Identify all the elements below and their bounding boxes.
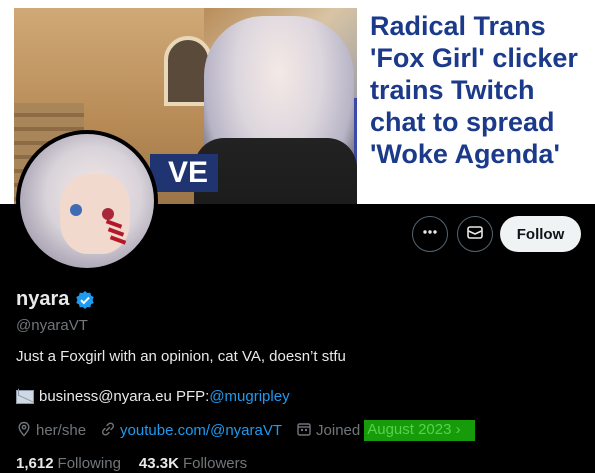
website-link[interactable]: youtube.com/@nyaraVT: [120, 422, 282, 439]
follow-button[interactable]: Follow: [500, 216, 581, 252]
name-row: nyara: [16, 288, 95, 311]
location-pin-icon: [16, 421, 36, 441]
more-horizontal-icon: [421, 223, 439, 246]
contact-line: business@nyara.eu PFP: @mugripley: [16, 388, 290, 405]
more-button[interactable]: [412, 216, 448, 252]
live-tag: VE: [150, 154, 219, 192]
handle: @nyaraVT: [16, 317, 88, 334]
mail-icon: [466, 223, 484, 246]
followers-link[interactable]: 43.3K Followers: [139, 455, 247, 472]
joined-item: Joined August 2023 ›: [296, 420, 475, 441]
link-icon: [100, 421, 120, 441]
bio: Just a Foxgirl with an opinion, cat VA, …: [16, 348, 346, 365]
message-button[interactable]: [457, 216, 493, 252]
chevron-right-icon: ›: [455, 421, 461, 438]
following-label: Following: [57, 455, 121, 472]
joined-label: Joined: [316, 422, 361, 439]
website-item[interactable]: youtube.com/@nyaraVT: [100, 421, 282, 441]
pronouns-item: her/she: [16, 421, 86, 441]
calendar-icon: [296, 421, 316, 441]
joined-date[interactable]: August 2023 ›: [364, 420, 475, 441]
following-count: 1,612: [16, 455, 54, 472]
followers-label: Followers: [182, 455, 248, 472]
following-link[interactable]: 1,612 Following: [16, 455, 121, 472]
verified-badge-icon[interactable]: [75, 290, 95, 310]
contact-text: business@nyara.eu PFP:: [39, 388, 210, 405]
pfp-artist-link[interactable]: @mugripley: [209, 388, 289, 405]
pronouns: her/she: [36, 422, 87, 439]
followers-count: 43.3K: [138, 455, 179, 472]
display-name: nyara: [16, 288, 70, 310]
avatar[interactable]: [16, 130, 158, 272]
follow-counts: 1,612 Following 43.3K Followers: [16, 455, 265, 472]
envelope-icon: [16, 389, 34, 404]
banner-headline: Radical Trans 'Fox Girl' clicker trains …: [370, 11, 578, 169]
profile-meta: her/she youtube.com/@nyaraVT Joined Augu…: [16, 420, 489, 441]
